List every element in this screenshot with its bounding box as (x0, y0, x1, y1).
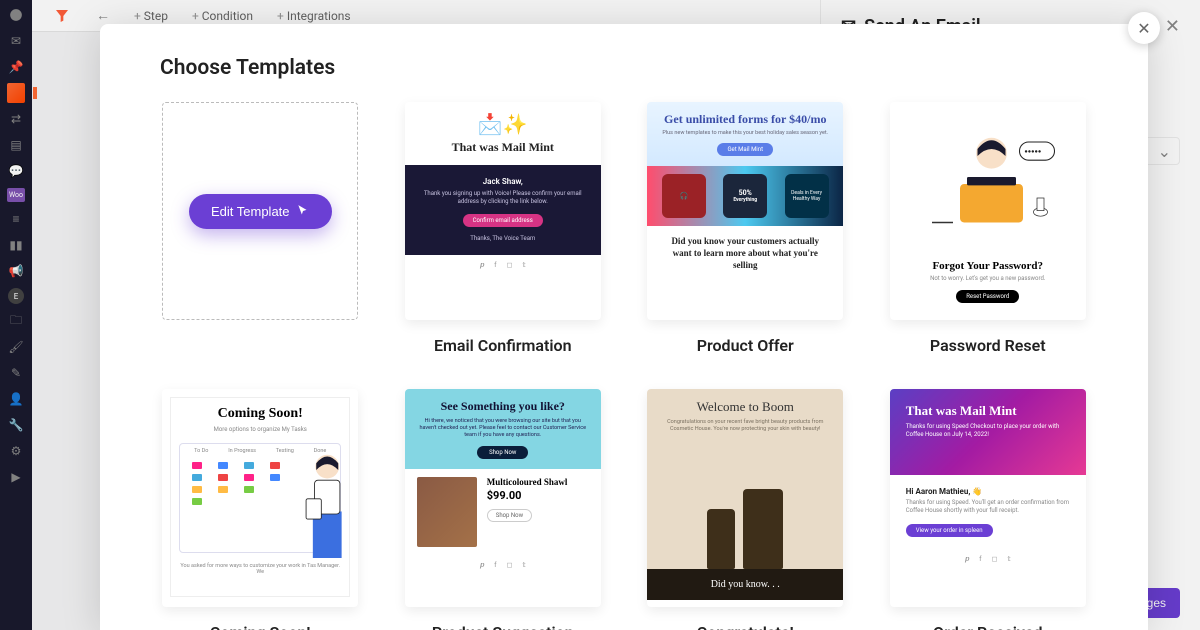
template-title: Product Suggestion (432, 623, 574, 630)
facebook-icon: f (979, 555, 981, 564)
template-title: Congratulate! (697, 623, 794, 630)
thumb-sub: Congratulations on your recent fave brig… (659, 419, 831, 433)
thumb-sub: Hi there, we noticed that you were brows… (419, 418, 587, 439)
thumb-greeting: Hi Aaron Mathieu, 👋 (906, 487, 1070, 496)
thumb-headline: Welcome to Boom (659, 399, 831, 415)
pinterest-icon: 𝒑 (480, 561, 484, 570)
template-thumb: Coming Soon! More options to organize My… (162, 389, 358, 607)
mail-check-icon: 📩✨ (417, 112, 589, 136)
template-title: Product Offer (697, 336, 794, 355)
instagram-icon: ◻ (992, 555, 998, 564)
thumb-headline: Forgot Your Password? (902, 260, 1074, 272)
thumb-footer: Thanks, The Voice Team (419, 235, 587, 243)
thumb-product: Multicoloured Shawl $99.00 Shop Now (405, 469, 601, 555)
thumb-sub: More options to organize My Tasks (179, 426, 341, 433)
pinterest-icon: 𝒑 (480, 261, 484, 270)
thumb-bottom: Did you know. . . (647, 569, 843, 600)
thumb-sub: Not to worry. Let's get you a new passwo… (902, 275, 1074, 282)
thumb-cta: View your order in spleen (906, 524, 993, 537)
thumb-headline: Coming Soon! (179, 406, 341, 422)
social-icons: 𝒑 f ◻ 𝕥 (405, 555, 601, 576)
product-name: Multicoloured Shawl (487, 477, 568, 487)
promo-tile: 50%Everything (723, 174, 767, 218)
person-illustration (288, 448, 358, 558)
template-title: Order Received (933, 623, 1042, 630)
modal-title: Choose Templates (160, 56, 1088, 80)
thumb-body: Thank you signing up with Voice! Please … (419, 190, 587, 207)
templates-grid: Edit Template 📩✨ That was Mail Mint Jack… (160, 102, 1088, 630)
thumb-greeting: Jack Shaw, (419, 177, 587, 186)
template-thumb: 📩✨ That was Mail Mint Jack Shaw, Thank y… (405, 102, 601, 320)
thumb-sub: Plus new templates to make this your bes… (657, 130, 833, 136)
thumb-headline: Get unlimited forms for $40/mo (657, 112, 833, 126)
template-thumb: Get unlimited forms for $40/mo Plus new … (647, 102, 843, 320)
product-cta: Shop Now (487, 509, 532, 522)
instagram-icon: ◻ (507, 561, 513, 570)
template-card-product-suggestion[interactable]: See Something you like? Hi there, we not… (403, 389, 604, 630)
thumb-footer: You asked for more ways to customize you… (179, 563, 341, 575)
product-price: $99.00 (487, 489, 568, 502)
template-card-edit: Edit Template (160, 102, 361, 355)
template-thumb: ●●●●● Forgot Your Password? Not to worry… (890, 102, 1086, 320)
cursor-icon (296, 204, 310, 218)
twitter-icon: 𝕥 (522, 561, 525, 570)
pinterest-icon: 𝒑 (965, 555, 969, 564)
thumb-body: Thanks for using Speed. You'll get an or… (906, 499, 1070, 516)
thumb-promo-tiles: 🎧 50%Everything Deals in EveryHealthy Wa… (647, 166, 843, 226)
twitter-icon: 𝕥 (1007, 555, 1010, 564)
choose-templates-modal: Choose Templates Edit Template 📩✨ That w… (100, 24, 1148, 630)
thumb-headline: That was Mail Mint (906, 403, 1070, 419)
twitter-icon: 𝕥 (522, 261, 525, 270)
template-card-password-reset[interactable]: ●●●●● Forgot Your Password? Not to worry… (888, 102, 1089, 355)
template-thumb: That was Mail Mint Thanks for using Spee… (890, 389, 1086, 607)
template-card-order-received[interactable]: That was Mail Mint Thanks for using Spee… (888, 389, 1089, 630)
facebook-icon: f (494, 561, 496, 570)
thumb-illustration: ●●●●● (890, 102, 1086, 252)
template-card-email-confirmation[interactable]: 📩✨ That was Mail Mint Jack Shaw, Thank y… (403, 102, 604, 355)
social-icons: 𝒑 f ◻ 𝕥 (405, 255, 601, 276)
facebook-icon: f (494, 261, 496, 270)
template-title: Coming Soon! (210, 623, 311, 630)
template-card-coming-soon[interactable]: Coming Soon! More options to organize My… (160, 389, 361, 630)
kanban-illustration: To Do In Progress Testing Done (179, 443, 341, 553)
edit-template-button[interactable]: Edit Template (189, 194, 332, 229)
modal-close-button[interactable]: ✕ (1128, 12, 1160, 44)
promo-tile: Deals in EveryHealthy Way (785, 174, 829, 218)
thumb-sub: Thanks for using Speed Checkout to place… (906, 423, 1070, 439)
product-image (417, 477, 477, 547)
thumb-cta: Confirm email address (463, 214, 543, 227)
promo-tile: 🎧 (662, 174, 706, 218)
template-card-product-offer[interactable]: Get unlimited forms for $40/mo Plus new … (645, 102, 846, 355)
thumb-brand: That was Mail Mint (417, 140, 589, 155)
template-card-congratulate[interactable]: Welcome to Boom Congratulations on your … (645, 389, 846, 630)
thumb-bottom: Did you know your customers actually wan… (647, 226, 843, 281)
social-icons: 𝒑 f ◻ 𝕥 (890, 549, 1086, 570)
thumb-cta: Shop Now (477, 446, 528, 459)
thumb-headline: See Something you like? (419, 399, 587, 414)
bottles-illustration (647, 479, 843, 569)
template-title: Email Confirmation (434, 336, 572, 355)
template-thumb: Welcome to Boom Congratulations on your … (647, 389, 843, 607)
instagram-icon: ◻ (507, 261, 513, 270)
template-thumb: See Something you like? Hi there, we not… (405, 389, 601, 607)
template-thumb-edit: Edit Template (162, 102, 358, 320)
thumb-cta: Reset Password (956, 290, 1019, 303)
svg-text:●●●●●: ●●●●● (1024, 149, 1041, 155)
template-title: Password Reset (930, 336, 1046, 355)
thumb-cta: Get Mail Mint (717, 143, 773, 156)
